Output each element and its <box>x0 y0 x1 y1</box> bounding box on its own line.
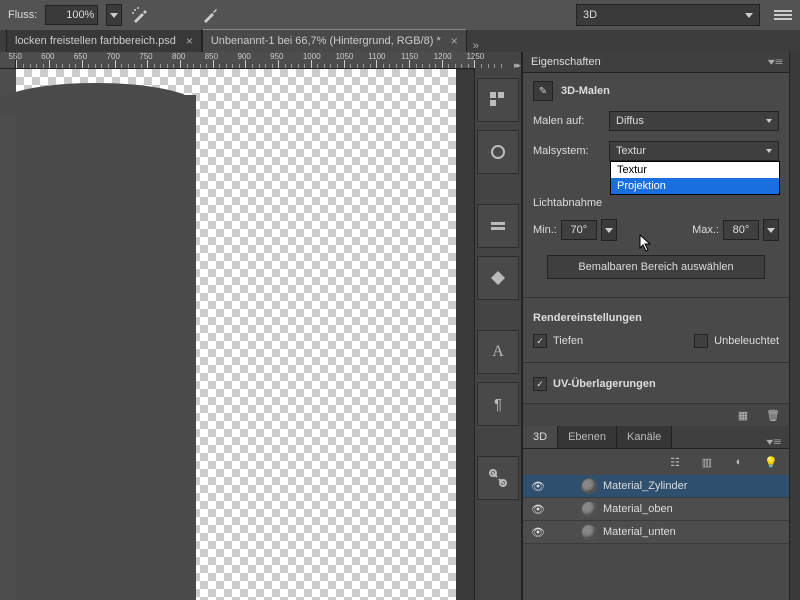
document-tab[interactable]: locken freistellen farbbereich.psd× <box>6 29 202 52</box>
properties-panel: ✎ 3D-Malen Malen auf: Diffus Malsystem: … <box>523 73 789 403</box>
flow-value-field[interactable]: 100% <box>45 5 98 25</box>
panel-button-paragraph[interactable]: ¶ <box>477 382 519 426</box>
dropdown-option[interactable]: Projektion <box>611 178 779 194</box>
visibility-toggle[interactable]: 👁 <box>529 479 547 493</box>
properties-panel-header[interactable]: Eigenschaften ▾≡ <box>523 52 789 73</box>
material-icon <box>581 501 597 517</box>
workspace-switcher[interactable]: 3D <box>576 4 760 26</box>
tab-channels[interactable]: Kanäle <box>617 426 672 448</box>
panel-button-4[interactable] <box>477 256 519 300</box>
lower-panel-tabs: 3D Ebenen Kanäle ▾≡ <box>523 426 789 449</box>
depths-label: Tiefen <box>553 335 583 347</box>
paint-on-label: Malen auf: <box>533 115 603 127</box>
collapsed-panels-dock: ▸▸ A ¶ <box>474 52 522 600</box>
material-name: Material_Zylinder <box>603 480 687 492</box>
vertical-ruler[interactable] <box>0 69 16 600</box>
tab-layers[interactable]: Ebenen <box>558 426 617 448</box>
visibility-toggle[interactable]: 👁 <box>529 502 547 516</box>
material-row[interactable]: 👁 Material_unten <box>523 521 789 544</box>
material-name: Material_unten <box>603 526 676 538</box>
properties-heading: 3D-Malen <box>561 85 610 97</box>
paint-on-dropdown[interactable]: Diffus <box>609 111 779 131</box>
expand-dock-button[interactable]: ▸▸ <box>514 60 519 70</box>
paint-system-label: Malsystem: <box>533 145 603 157</box>
horizontal-ruler[interactable]: 5506006507007508008509009501000105011001… <box>16 52 474 69</box>
paint-system-dropdown-menu: Textur Projektion <box>610 161 780 195</box>
cylinder-body <box>16 95 196 600</box>
filter-meshes-icon[interactable]: ▥ <box>699 454 715 470</box>
falloff-min-stepper[interactable] <box>601 219 617 241</box>
select-paintable-button[interactable]: Bemalbaren Bereich auswählen <box>547 255 765 279</box>
tab-overflow-button[interactable]: » <box>467 40 485 52</box>
falloff-min-field[interactable]: 70° <box>561 220 597 240</box>
light-falloff-label: Lichtabnahme <box>533 197 611 209</box>
panel-menu-icon[interactable]: ▾≡ <box>768 57 783 68</box>
vertical-scrollbar[interactable] <box>456 69 474 600</box>
render-settings-heading: Rendereinstellungen <box>533 312 779 324</box>
close-icon[interactable]: × <box>451 34 458 48</box>
falloff-max-stepper[interactable] <box>763 219 779 241</box>
panel-menu-icon[interactable]: ▾≡ <box>766 437 792 448</box>
paint-3d-icon: ✎ <box>533 81 553 101</box>
unlit-checkbox[interactable] <box>694 334 708 348</box>
right-panel-dock: Eigenschaften ▾≡ ✎ 3D-Malen Malen auf: D… <box>522 52 789 600</box>
falloff-max-field[interactable]: 80° <box>723 220 759 240</box>
filter-scene-icon[interactable]: ☷ <box>667 454 683 470</box>
panel-button-tools[interactable] <box>477 456 519 500</box>
material-icon <box>581 524 597 540</box>
panel-button-1[interactable] <box>477 78 519 122</box>
render-icon[interactable]: ▦ <box>735 407 751 423</box>
material-row[interactable]: 👁 Material_oben <box>523 498 789 521</box>
paint-system-dropdown[interactable]: Textur Textur Projektion <box>609 141 779 161</box>
filter-materials-icon[interactable]: ◐ <box>731 454 747 470</box>
panel-button-3[interactable] <box>477 204 519 248</box>
trash-icon[interactable]: 🗑 <box>765 407 781 423</box>
materials-list: 👁 Material_Zylinder 👁 Material_oben 👁 Ma… <box>523 475 789 600</box>
panel-button-2[interactable] <box>477 130 519 174</box>
tab-3d[interactable]: 3D <box>523 426 558 448</box>
depths-checkbox[interactable] <box>533 334 547 348</box>
material-name: Material_oben <box>603 503 673 515</box>
close-icon[interactable]: × <box>186 34 193 48</box>
right-scrollbar-gutter[interactable] <box>789 52 800 600</box>
material-row[interactable]: 👁 Material_Zylinder <box>523 475 789 498</box>
material-icon <box>581 478 597 494</box>
flow-label: Fluss: <box>8 9 37 21</box>
panel-button-character[interactable]: A <box>477 330 519 374</box>
uv-overlays-checkbox[interactable] <box>533 377 547 391</box>
flow-dropdown-button[interactable] <box>106 4 122 26</box>
document-canvas[interactable] <box>16 69 474 600</box>
document-tab-strip: locken freistellen farbbereich.psd× Unbe… <box>0 30 800 52</box>
options-bar: Fluss: 100% 3D <box>0 0 800 30</box>
3d-panel-filter-bar: ☷ ▥ ◐ 💡 <box>523 449 789 475</box>
airbrush-icon[interactable] <box>130 5 150 25</box>
window-arrange-icon[interactable] <box>774 5 792 25</box>
brush-pressure-icon[interactable] <box>200 5 220 25</box>
falloff-max-label: Max.: <box>692 224 719 236</box>
falloff-min-label: Min.: <box>533 224 557 236</box>
properties-panel-footer: ▦ 🗑 <box>523 403 789 426</box>
unlit-label: Unbeleuchtet <box>714 335 779 347</box>
uv-overlays-label: UV-Überlagerungen <box>553 378 656 390</box>
filter-lights-icon[interactable]: 💡 <box>763 454 779 470</box>
dropdown-option[interactable]: Textur <box>611 162 779 178</box>
document-tab[interactable]: Unbenannt-1 bei 66,7% (Hintergrund, RGB/… <box>202 29 467 52</box>
visibility-toggle[interactable]: 👁 <box>529 525 547 539</box>
